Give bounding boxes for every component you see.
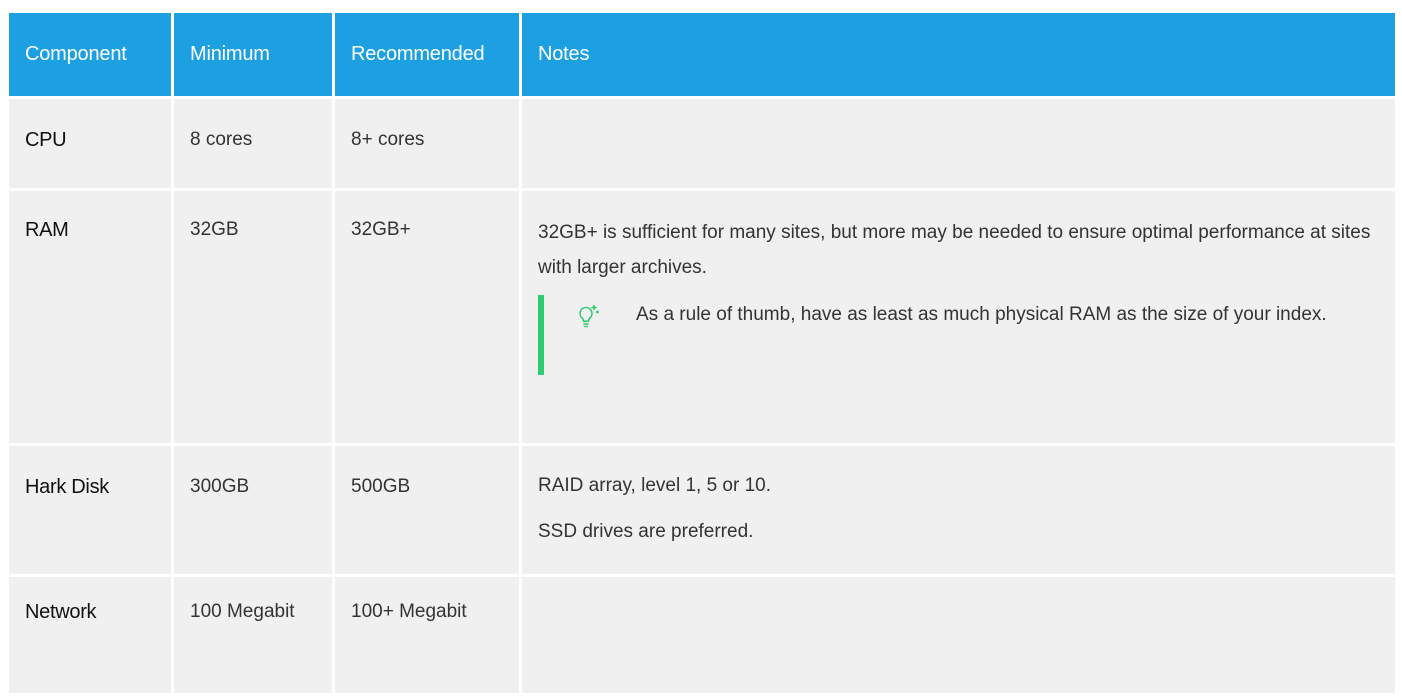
requirements-table-container: Component Minimum Recommended Notes CPU … <box>6 10 1398 696</box>
cell-component: Hark Disk <box>9 446 171 574</box>
cell-recommended: 32GB+ <box>335 191 519 443</box>
cell-recommended: 8+ cores <box>335 99 519 188</box>
table-header-row: Component Minimum Recommended Notes <box>9 13 1395 96</box>
table-row-ram: RAM 32GB 32GB+ 32GB+ is sufficient for m… <box>9 191 1395 443</box>
column-header-recommended: Recommended <box>335 13 519 96</box>
tip-text: As a rule of thumb, have as least as muc… <box>636 304 1327 325</box>
cell-notes: 32GB+ is sufficient for many sites, but … <box>522 191 1395 443</box>
cell-recommended: 100+ Megabit <box>335 577 519 693</box>
cell-notes <box>522 577 1395 693</box>
tip-accent-bar <box>538 295 544 375</box>
column-header-notes: Notes <box>522 13 1395 96</box>
cell-component: CPU <box>9 99 171 188</box>
cell-notes: RAID array, level 1, 5 or 10. SSD drives… <box>522 446 1395 574</box>
table-row-cpu: CPU 8 cores 8+ cores <box>9 99 1395 188</box>
disk-note-ssd: SSD drives are preferred. <box>538 521 754 542</box>
cell-minimum: 100 Megabit <box>174 577 332 693</box>
table-row-disk: Hark Disk 300GB 500GB RAID array, level … <box>9 446 1395 574</box>
table-row-network: Network 100 Megabit 100+ Megabit <box>9 577 1395 693</box>
tip-callout: As a rule of thumb, have as least as muc… <box>538 295 1379 375</box>
cell-minimum: 8 cores <box>174 99 332 188</box>
requirements-table: Component Minimum Recommended Notes CPU … <box>6 10 1398 696</box>
lightbulb-icon <box>579 304 599 328</box>
cell-recommended: 500GB <box>335 446 519 574</box>
ram-note-text: 32GB+ is sufficient for many sites, but … <box>538 222 1371 278</box>
column-header-minimum: Minimum <box>174 13 332 96</box>
column-header-component: Component <box>9 13 171 96</box>
cell-component: RAM <box>9 191 171 443</box>
cell-notes <box>522 99 1395 188</box>
cell-component: Network <box>9 577 171 693</box>
cell-minimum: 32GB <box>174 191 332 443</box>
disk-note-raid: RAID array, level 1, 5 or 10. <box>538 475 772 496</box>
cell-minimum: 300GB <box>174 446 332 574</box>
